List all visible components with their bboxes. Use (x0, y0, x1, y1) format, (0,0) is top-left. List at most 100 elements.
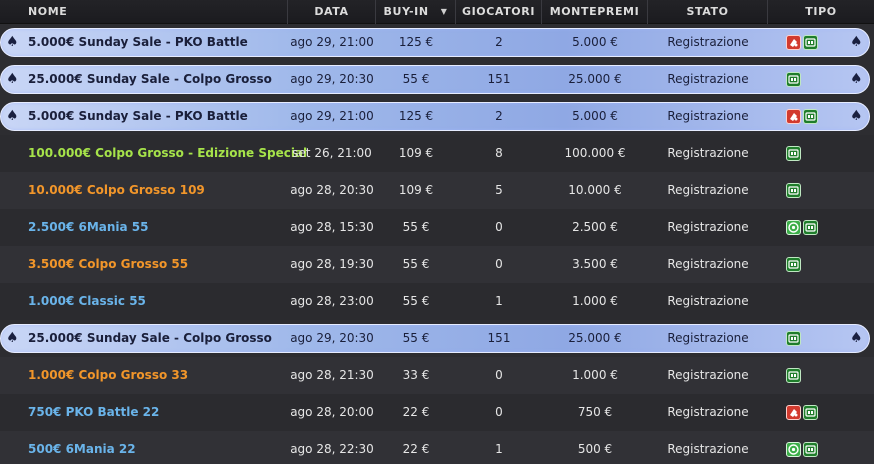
row-prize: 500 € (577, 442, 613, 456)
row-buyin: 55 € (402, 331, 430, 345)
table-row[interactable]: 1.000€ Classic 55 ago 28, 23:00 55 € 1 1.000… (0, 283, 874, 320)
table-row[interactable]: 500€ 6Mania 22 ago 28, 22:30 22 € 1 500 € Reg… (0, 431, 874, 464)
row-players: 2 (495, 109, 503, 123)
row-status: Registrazione (667, 294, 749, 308)
row-buyin: 109 € (398, 146, 434, 160)
row-name: 3.500€ Colpo Grosso 55 (28, 257, 189, 271)
table-row[interactable]: 3.500€ Colpo Grosso 55 ago 28, 19:30 55 € 0… (0, 246, 874, 283)
row-prize: 750 € (577, 405, 613, 419)
type-badges (786, 183, 801, 199)
row-date: ago 29, 21:00 (290, 35, 374, 49)
row-status: Registrazione (667, 442, 749, 456)
spade-icon: ♠ (6, 330, 19, 346)
row-date: ago 28, 23:00 (290, 294, 374, 308)
table-row[interactable]: 100.000€ Colpo Grosso - Edizione Special… (0, 135, 874, 172)
second-chance-icon (786, 257, 801, 272)
second-chance-icon (803, 220, 818, 235)
row-buyin: 55 € (402, 220, 430, 234)
row-prize: 5.000 € (572, 35, 618, 49)
second-chance-icon (786, 146, 801, 161)
column-header-stato[interactable]: STATO (648, 0, 768, 24)
row-date: ago 29, 21:00 (290, 109, 374, 123)
row-status: Registrazione (667, 220, 749, 234)
row-prize: 1.000 € (572, 368, 618, 382)
row-status: Registrazione (667, 35, 749, 49)
table-row[interactable]: ♠ ♠ 25.000€ Sunday Sale - Colpo Grosso ago … (0, 61, 874, 98)
table-row[interactable]: 1.000€ Colpo Grosso 33 ago 28, 21:30 33 € 0… (0, 357, 874, 394)
type-badges (786, 220, 818, 236)
row-status: Registrazione (667, 257, 749, 271)
row-name: 2.500€ 6Mania 55 (28, 220, 149, 234)
row-players: 0 (495, 405, 503, 419)
column-header-data[interactable]: DATA (288, 0, 376, 24)
row-prize: 2.500 € (572, 220, 618, 234)
column-header-giocatori[interactable]: GIOCATORI (456, 0, 542, 24)
row-buyin: 55 € (402, 257, 430, 271)
spade-icon: ♠ (850, 71, 863, 87)
row-players: 0 (495, 368, 503, 382)
table-row[interactable]: ♠ ♠ 25.000€ Sunday Sale - Colpo Grosso ago … (0, 320, 874, 357)
table-row[interactable]: 10.000€ Colpo Grosso 109 ago 28, 20:30 109… (0, 172, 874, 209)
row-name: 5.000€ Sunday Sale - PKO Battle (28, 109, 248, 123)
column-header-buyin[interactable]: BUY-IN ▼ (376, 0, 456, 24)
row-date: ago 28, 15:30 (290, 220, 374, 234)
row-date: ago 28, 20:30 (290, 183, 374, 197)
spade-icon: ♠ (6, 71, 19, 87)
row-players: 5 (495, 183, 503, 197)
bounty-icon (786, 109, 801, 124)
row-date: ago 29, 20:30 (290, 331, 374, 345)
type-badges (786, 405, 818, 421)
row-name: 1.000€ Colpo Grosso 33 (28, 368, 189, 382)
row-name: 100.000€ Colpo Grosso - Edizione Special (28, 146, 308, 160)
row-prize: 25.000 € (568, 72, 622, 86)
spade-icon: ♠ (6, 108, 19, 124)
second-chance-icon (786, 72, 801, 87)
row-date: ago 28, 19:30 (290, 257, 374, 271)
row-date: ago 28, 22:30 (290, 442, 374, 456)
row-date: ago 29, 20:30 (290, 72, 374, 86)
second-chance-icon (803, 109, 818, 124)
row-status: Registrazione (667, 331, 749, 345)
row-buyin: 22 € (402, 442, 430, 456)
bounty-icon (786, 405, 801, 420)
bounty-icon (786, 35, 801, 50)
table-row[interactable]: ♠ ♠ 5.000€ Sunday Sale - PKO Battle ago 29,… (0, 24, 874, 61)
row-date: ago 28, 20:00 (290, 405, 374, 419)
row-date: ago 28, 21:30 (290, 368, 374, 382)
spade-icon: ♠ (6, 34, 19, 50)
row-players: 151 (487, 331, 511, 345)
row-prize: 3.500 € (572, 257, 618, 271)
row-name: 500€ 6Mania 22 (28, 442, 136, 456)
column-header-nome[interactable]: NOME (0, 0, 288, 24)
table-row[interactable]: 750€ PKO Battle 22 ago 28, 20:00 22 € 0 750 … (0, 394, 874, 431)
row-buyin: 109 € (398, 183, 434, 197)
row-players: 151 (487, 72, 511, 86)
type-badges (786, 72, 801, 88)
type-badges (786, 442, 818, 458)
row-buyin: 125 € (398, 35, 434, 49)
row-status: Registrazione (667, 183, 749, 197)
table-header: NOME DATA BUY-IN ▼ GIOCATORI MONTEPREMI S… (0, 0, 874, 24)
row-status: Registrazione (667, 405, 749, 419)
column-header-tipo[interactable]: TIPO (768, 0, 874, 24)
mania-icon (786, 220, 801, 235)
row-name: 10.000€ Colpo Grosso 109 (28, 183, 205, 197)
type-badges (786, 146, 801, 162)
row-buyin: 33 € (402, 368, 430, 382)
mania-icon (786, 442, 801, 457)
column-header-montepremi[interactable]: MONTEPREMI (542, 0, 648, 24)
type-badges (786, 109, 818, 125)
second-chance-icon (786, 183, 801, 198)
row-prize: 5.000 € (572, 109, 618, 123)
row-name: 25.000€ Sunday Sale - Colpo Grosso (28, 72, 272, 86)
row-prize: 100.000 € (564, 146, 626, 160)
second-chance-icon (803, 35, 818, 50)
second-chance-icon (803, 405, 818, 420)
table-row[interactable]: 2.500€ 6Mania 55 ago 28, 15:30 55 € 0 2.500 … (0, 209, 874, 246)
type-badges (786, 368, 801, 384)
sort-down-icon: ▼ (440, 7, 448, 16)
type-badges (786, 35, 818, 51)
row-name: 5.000€ Sunday Sale - PKO Battle (28, 35, 248, 49)
row-status: Registrazione (667, 146, 749, 160)
table-row[interactable]: ♠ ♠ 5.000€ Sunday Sale - PKO Battle ago 29,… (0, 98, 874, 135)
